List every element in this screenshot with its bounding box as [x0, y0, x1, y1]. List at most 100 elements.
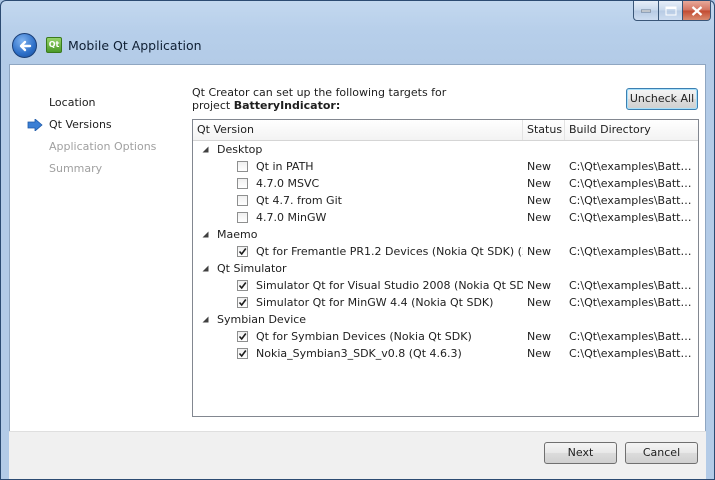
intro-line-1: Qt Creator can set up the following targ…	[192, 86, 447, 99]
target-status: New	[527, 211, 551, 224]
target-status: New	[527, 296, 551, 309]
group-label: Symbian Device	[217, 313, 307, 326]
target-build-directory: C:\Qt\examples\Batte...	[569, 160, 695, 173]
target-name: Qt in PATH	[256, 160, 314, 173]
maximize-button[interactable]	[658, 1, 683, 21]
target-row[interactable]: 4.7.0 MinGW New C:\Qt\examples\Batte...	[193, 209, 698, 226]
target-build-directory: C:\Qt\examples\Batte...	[569, 296, 695, 309]
target-checkbox[interactable]	[237, 178, 248, 189]
target-checkbox[interactable]	[237, 246, 248, 257]
intro-suffix: :	[335, 99, 341, 112]
tree-header: Qt Version Status Build Directory	[193, 120, 698, 141]
target-status: New	[527, 279, 551, 292]
target-build-directory: C:\Qt\examples\Batte...	[569, 245, 695, 258]
target-name: Simulator Qt for MinGW 4.4 (Nokia Qt SDK…	[256, 296, 494, 309]
target-checkbox[interactable]	[237, 348, 248, 359]
group-row-qt-simulator[interactable]: Qt Simulator	[193, 260, 698, 277]
target-name: 4.7.0 MinGW	[256, 211, 327, 224]
step-label: Qt Versions	[49, 118, 112, 131]
column-header-qt-version[interactable]: Qt Version	[193, 120, 523, 140]
minimize-button[interactable]	[633, 1, 659, 21]
window-title: Mobile Qt Application	[68, 38, 202, 53]
checkmark-icon	[238, 248, 247, 256]
qt-logo-icon: Qt	[46, 37, 62, 53]
group-row-symbian-device[interactable]: Symbian Device	[193, 311, 698, 328]
target-name: Nokia_Symbian3_SDK_v0.8 (Qt 4.6.3)	[256, 347, 462, 360]
maximize-icon	[665, 6, 676, 15]
target-name: 4.7.0 MSVC	[256, 177, 320, 190]
target-checkbox[interactable]	[237, 195, 248, 206]
close-window-button[interactable]	[682, 1, 711, 21]
step-application-options: Application Options	[24, 136, 194, 158]
target-name: Qt 4.7. from Git	[256, 194, 342, 207]
target-checkbox[interactable]	[237, 280, 248, 291]
step-qt-versions: Qt Versions	[24, 114, 194, 136]
wizard-page: Location Qt Versions Application Options Su…	[9, 64, 706, 431]
step-label: Application Options	[49, 140, 157, 153]
step-label: Location	[49, 96, 96, 109]
column-header-status[interactable]: Status	[523, 120, 565, 140]
back-arrow-icon	[19, 40, 32, 52]
current-step-arrow-icon	[27, 119, 43, 131]
target-name: Qt for Symbian Devices (Nokia Qt SDK)	[256, 330, 472, 343]
wizard-steps: Location Qt Versions Application Options Su…	[24, 92, 194, 180]
target-row[interactable]: Simulator Qt for Visual Studio 2008 (Nok…	[193, 277, 698, 294]
next-button[interactable]: Next	[544, 442, 617, 464]
checkmark-icon	[238, 282, 247, 290]
tree-rows: Desktop Qt in PATH New C:\Qt\examples\Batte…	[193, 141, 698, 362]
checkmark-icon	[238, 299, 247, 307]
group-row-maemo[interactable]: Maemo	[193, 226, 698, 243]
intro-text: Qt Creator can set up the following targ…	[192, 86, 512, 112]
target-row[interactable]: Simulator Qt for MinGW 4.4 (Nokia Qt SDK…	[193, 294, 698, 311]
target-checkbox[interactable]	[237, 331, 248, 342]
target-build-directory: C:\Qt\examples\Batte...	[569, 194, 695, 207]
target-build-directory: C:\Qt\examples\Batte...	[569, 279, 695, 292]
target-status: New	[527, 160, 551, 173]
target-name: Qt for Fremantle PR1.2 Devices (Nokia Qt…	[256, 245, 523, 258]
wizard-footer: Next Cancel	[9, 431, 706, 479]
column-header-build-directory[interactable]: Build Directory	[565, 120, 698, 140]
target-build-directory: C:\Qt\examples\Batte...	[569, 330, 695, 343]
target-status: New	[527, 347, 551, 360]
target-row[interactable]: Qt 4.7. from Git New C:\Qt\examples\Batte.…	[193, 192, 698, 209]
step-label: Summary	[49, 162, 103, 175]
expanded-triangle-icon[interactable]	[202, 231, 209, 238]
wizard-window: Qt Mobile Qt Application Location Qt Vers…	[0, 0, 715, 480]
expanded-triangle-icon[interactable]	[202, 265, 209, 272]
target-name: Simulator Qt for Visual Studio 2008 (Nok…	[256, 279, 523, 292]
target-build-directory: C:\Qt\examples\Batte...	[569, 347, 695, 360]
target-build-directory: C:\Qt\examples\Batte...	[569, 211, 695, 224]
target-row[interactable]: Qt for Symbian Devices (Nokia Qt SDK) New…	[193, 328, 698, 345]
checkmark-icon	[238, 350, 247, 358]
expanded-triangle-icon[interactable]	[202, 316, 209, 323]
intro-prefix: project	[192, 99, 234, 112]
project-name: BatteryIndicator	[233, 99, 336, 112]
target-row[interactable]: Nokia_Symbian3_SDK_v0.8 (Qt 4.6.3) New C:\…	[193, 345, 698, 362]
minimize-icon	[641, 9, 651, 12]
group-label: Desktop	[217, 143, 263, 156]
back-button[interactable]	[12, 33, 37, 58]
target-row[interactable]: Qt for Fremantle PR1.2 Devices (Nokia Qt…	[193, 243, 698, 260]
target-row[interactable]: Qt in PATH New C:\Qt\examples\Batte...	[193, 158, 698, 175]
step-location: Location	[24, 92, 194, 114]
expanded-triangle-icon[interactable]	[202, 146, 209, 153]
target-status: New	[527, 177, 551, 190]
target-checkbox[interactable]	[237, 212, 248, 223]
cancel-button[interactable]: Cancel	[625, 442, 698, 464]
group-label: Maemo	[217, 228, 258, 241]
checkmark-icon	[238, 333, 247, 341]
targets-tree[interactable]: Qt Version Status Build Directory Deskto…	[192, 119, 699, 417]
target-status: New	[527, 194, 551, 207]
target-build-directory: C:\Qt\examples\Batte...	[569, 177, 695, 190]
group-label: Qt Simulator	[217, 262, 287, 275]
target-row[interactable]: 4.7.0 MSVC New C:\Qt\examples\Batte...	[193, 175, 698, 192]
uncheck-all-button[interactable]: Uncheck All	[626, 88, 698, 110]
target-checkbox[interactable]	[237, 297, 248, 308]
target-checkbox[interactable]	[237, 161, 248, 172]
step-summary: Summary	[24, 158, 194, 180]
group-row-desktop[interactable]: Desktop	[193, 141, 698, 158]
target-status: New	[527, 245, 551, 258]
wizard-header: Qt Mobile Qt Application	[1, 27, 714, 63]
target-status: New	[527, 330, 551, 343]
close-icon	[691, 5, 702, 16]
